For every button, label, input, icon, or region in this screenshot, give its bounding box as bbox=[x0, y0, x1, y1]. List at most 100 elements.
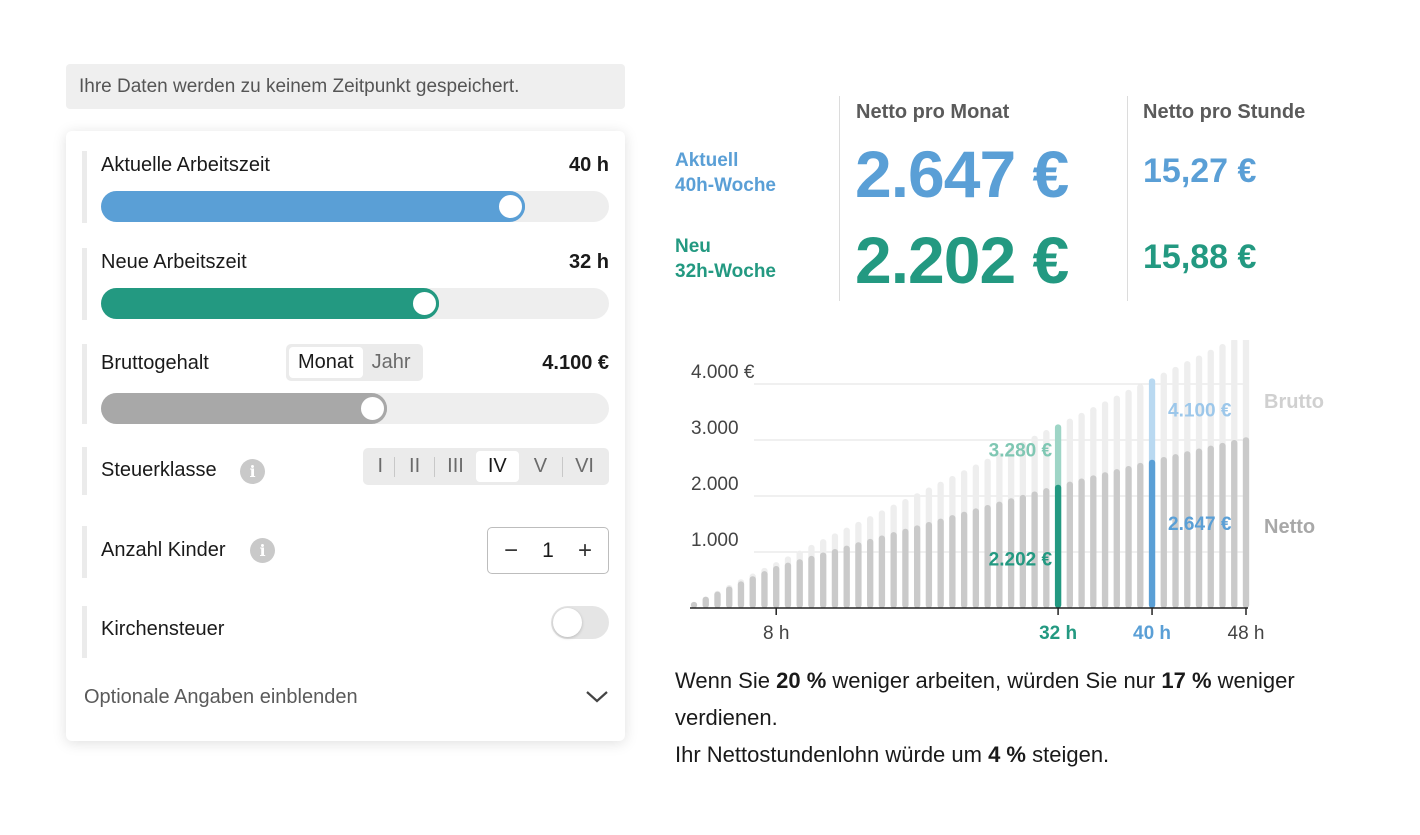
net-bar bbox=[1043, 488, 1050, 608]
children-row: Anzahl Kinder i − 1 + bbox=[82, 526, 609, 578]
tax-class-info-icon[interactable]: i bbox=[240, 459, 265, 484]
period-option-month[interactable]: Monat bbox=[289, 347, 363, 378]
tax-class-label: Steuerklasse bbox=[101, 459, 217, 481]
current-hourly-net: 15,27 € bbox=[1143, 152, 1257, 190]
gross-value-label: 4.100 € bbox=[1168, 400, 1232, 421]
net-bar bbox=[1113, 469, 1120, 608]
net-bar bbox=[1066, 481, 1073, 608]
net-bar bbox=[843, 545, 850, 608]
income-bar-chart: 4.000 € 3.000 2.000 1.000 8 h 32 h 40 h 48 h 3.2… bbox=[690, 340, 1324, 644]
y-tick-label: 1.000 bbox=[691, 530, 739, 551]
current-monthly-net: 2.647 € bbox=[855, 137, 1069, 211]
net-bar bbox=[949, 515, 956, 608]
children-info-icon[interactable]: i bbox=[250, 538, 275, 563]
net-bar bbox=[726, 586, 733, 608]
net-bar bbox=[1101, 472, 1109, 608]
x-tick-label: 8 h bbox=[763, 623, 789, 644]
net-bar bbox=[1090, 475, 1097, 608]
current-row-label: Aktuell 40h-Woche bbox=[675, 150, 777, 196]
net-bar bbox=[702, 596, 709, 608]
current-hours-slider-handle[interactable] bbox=[495, 192, 525, 221]
new-row-label: Neu 32h-Woche bbox=[675, 236, 777, 282]
net-bar bbox=[737, 581, 745, 608]
children-stepper: − 1 + bbox=[487, 527, 609, 574]
gross-salary-label: Bruttogehalt bbox=[101, 352, 209, 374]
net-bar bbox=[714, 591, 721, 608]
church-tax-row: Kirchensteuer bbox=[82, 606, 609, 658]
new-hours-value: 32 h bbox=[568, 251, 609, 273]
children-count: 1 bbox=[542, 538, 554, 562]
x-tick-label: 40 h bbox=[1133, 623, 1171, 644]
net-bar bbox=[808, 555, 815, 608]
net-bar bbox=[690, 601, 698, 608]
net-bar bbox=[972, 508, 980, 608]
net-bar bbox=[1054, 484, 1062, 608]
tax-class-option-3[interactable]: III bbox=[435, 451, 476, 482]
current-hours-row: Aktuelle Arbeitszeit 40 h bbox=[82, 151, 609, 223]
new-hours-row: Neue Arbeitszeit 32 h bbox=[82, 248, 609, 320]
net-bar bbox=[749, 576, 756, 608]
period-option-year[interactable]: Jahr bbox=[363, 347, 420, 378]
input-form: Aktuelle Arbeitszeit 40 h Neue Arbeitsze… bbox=[66, 131, 625, 741]
gross-value-label: 3.280 € bbox=[989, 440, 1053, 461]
period-toggle: Monat Jahr bbox=[286, 344, 423, 381]
net-bar bbox=[937, 518, 944, 608]
tax-class-selector: I II III IV V VI bbox=[363, 448, 609, 485]
column-divider bbox=[1127, 96, 1128, 301]
net-bar bbox=[902, 528, 909, 608]
x-tick-label: 32 h bbox=[1039, 623, 1077, 644]
net-bar bbox=[1231, 440, 1238, 608]
net-bar bbox=[1242, 437, 1250, 608]
new-hours-slider[interactable] bbox=[101, 288, 609, 319]
net-bar bbox=[867, 538, 874, 608]
privacy-notice: Ihre Daten werden zu keinem Zeitpunkt ge… bbox=[66, 64, 625, 109]
net-bar bbox=[820, 552, 827, 608]
net-bar bbox=[960, 511, 968, 608]
net-bar bbox=[761, 571, 768, 608]
column-divider bbox=[839, 96, 840, 301]
net-value-label: 2.202 € bbox=[989, 550, 1053, 571]
net-bar bbox=[1078, 478, 1085, 608]
church-tax-label: Kirchensteuer bbox=[101, 618, 225, 640]
church-tax-toggle[interactable] bbox=[551, 606, 609, 639]
net-bar bbox=[796, 559, 803, 608]
chevron-down-icon[interactable] bbox=[585, 690, 609, 704]
tax-class-option-6[interactable]: VI bbox=[563, 451, 606, 482]
new-monthly-net: 2.202 € bbox=[855, 223, 1069, 297]
column-header-monthly: Netto pro Monat bbox=[856, 101, 1010, 123]
current-hours-value: 40 h bbox=[568, 154, 609, 176]
tax-class-option-1[interactable]: I bbox=[366, 451, 394, 482]
net-bar bbox=[925, 521, 933, 608]
new-hours-label: Neue Arbeitszeit bbox=[101, 251, 247, 273]
current-hours-slider[interactable] bbox=[101, 191, 609, 222]
net-bar bbox=[855, 542, 862, 608]
net-bar bbox=[831, 549, 839, 608]
gross-salary-value: 4.100 € bbox=[542, 352, 609, 374]
column-header-hourly: Netto pro Stunde bbox=[1143, 101, 1306, 123]
net-bar bbox=[1125, 465, 1132, 608]
gross-salary-row: Bruttogehalt Monat Jahr 4.100 € bbox=[82, 344, 609, 424]
new-hourly-net: 15,88 € bbox=[1143, 238, 1257, 276]
y-tick-label: 2.000 bbox=[691, 474, 739, 495]
tax-class-option-4[interactable]: IV bbox=[475, 451, 519, 482]
children-label: Anzahl Kinder bbox=[101, 539, 226, 561]
net-bar bbox=[784, 562, 792, 608]
legend-net: Netto bbox=[1264, 516, 1315, 538]
new-hours-slider-handle[interactable] bbox=[410, 289, 440, 318]
decrement-button[interactable]: − bbox=[504, 538, 518, 563]
net-bar bbox=[1160, 456, 1167, 608]
toggle-knob bbox=[553, 608, 582, 637]
gross-salary-slider[interactable] bbox=[101, 393, 609, 424]
legend-gross: Brutto bbox=[1264, 391, 1324, 413]
result-summary: Wenn Sie 20 % weniger arbeiten, würden S… bbox=[675, 668, 1295, 767]
y-tick-label: 3.000 bbox=[691, 418, 739, 439]
optional-fields-toggle[interactable]: Optionale Angaben einblenden bbox=[84, 686, 358, 709]
net-bar bbox=[878, 535, 886, 608]
tax-class-row: Steuerklasse i I II III IV V VI bbox=[82, 447, 609, 495]
tax-class-option-2[interactable]: II bbox=[395, 451, 434, 482]
x-tick-label: 48 h bbox=[1228, 623, 1265, 644]
net-value-label: 2.647 € bbox=[1168, 514, 1232, 535]
net-bar bbox=[890, 532, 897, 608]
tax-class-option-5[interactable]: V bbox=[519, 451, 562, 482]
increment-button[interactable]: + bbox=[578, 538, 592, 563]
